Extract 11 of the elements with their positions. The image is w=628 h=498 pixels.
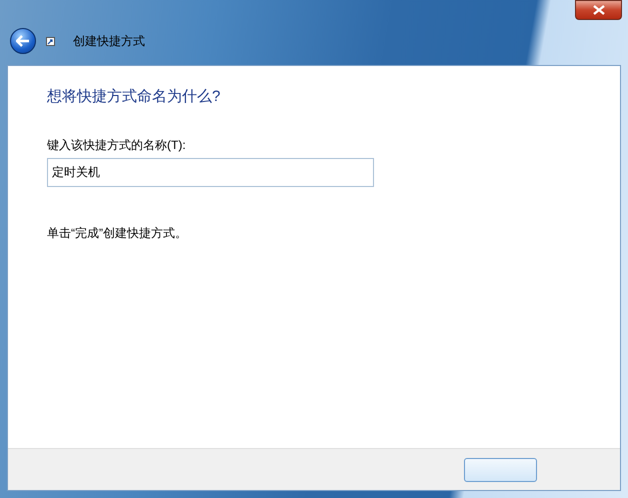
hint-text: 单击“完成”创建快捷方式。: [47, 225, 188, 241]
close-icon: [592, 5, 604, 15]
close-button[interactable]: [575, 0, 622, 20]
window-title: 创建快捷方式: [73, 33, 145, 50]
wizard-heading: 想将快捷方式命名为什么?: [47, 87, 222, 107]
back-arrow-icon: [16, 35, 30, 47]
name-field[interactable]: 定时关机: [47, 158, 374, 187]
field-label: 键入该快捷方式的名称(T):: [47, 137, 187, 153]
dialog-button[interactable]: [464, 458, 537, 482]
shortcut-icon: [46, 36, 55, 46]
back-button[interactable]: [10, 28, 36, 54]
